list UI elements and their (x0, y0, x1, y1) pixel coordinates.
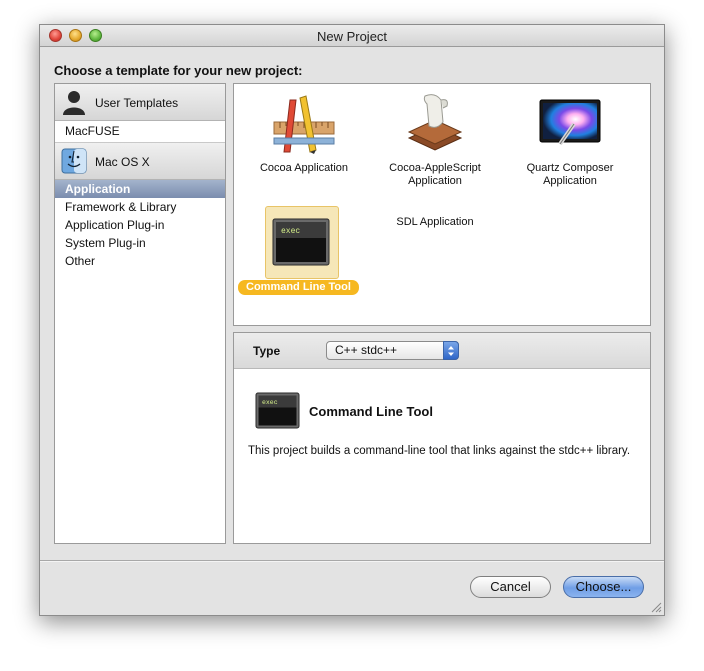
cancel-button[interactable]: Cancel (470, 576, 551, 598)
template-label: Cocoa Application (259, 162, 349, 174)
group-label: User Templates (95, 96, 179, 110)
terminal-exec-icon: exec (272, 218, 330, 266)
template-label: Cocoa-AppleScript Application (389, 162, 481, 187)
type-popup-button[interactable]: C++ stdc++ (326, 341, 459, 360)
template-label: Command Line Tool (238, 280, 359, 295)
template-grid: Cocoa Application Cocoa-AppleScript Appl… (233, 83, 651, 326)
template-sdl-application[interactable]: SDL Application (365, 202, 505, 297)
template-cocoa-applescript-application[interactable]: Cocoa-AppleScript Application (365, 84, 505, 194)
template-detail-pane: Type C++ stdc++ exec Command Line Tool T… (233, 332, 651, 544)
sidebar-item-application-plug-in[interactable]: Application Plug-in (55, 216, 225, 234)
detail-description: This project builds a command-line tool … (248, 445, 631, 457)
template-heading: Choose a template for your new project: (54, 63, 303, 78)
group-label: Mac OS X (95, 155, 150, 169)
sidebar-item-other[interactable]: Other (55, 252, 225, 270)
template-quartz-composer-application[interactable]: Quartz Composer Application (500, 84, 640, 194)
template-label: SDL Application (396, 216, 474, 228)
group-header-user-templates[interactable]: User Templates (55, 84, 225, 121)
template-cocoa-application[interactable]: Cocoa Application (234, 84, 374, 194)
window-title: New Project (316, 29, 388, 44)
type-bar: Type C++ stdc++ (234, 333, 650, 369)
divider (40, 561, 664, 562)
pencil-ruler-icon (273, 95, 335, 154)
template-command-line-tool[interactable]: exec Command Line Tool (234, 202, 374, 297)
exec-text: exec (262, 399, 278, 406)
type-label: Type (253, 344, 281, 358)
new-project-window: New Project Choose a template for your n… (39, 24, 665, 616)
popup-arrows-icon (443, 341, 459, 360)
sidebar-item-application[interactable]: Application (55, 180, 225, 198)
terminal-exec-icon: exec (255, 392, 300, 429)
finder-icon (61, 148, 87, 174)
detail-template-name: Command Line Tool (309, 404, 433, 419)
group-header-mac-os-x[interactable]: Mac OS X (55, 143, 225, 180)
quartz-composer-icon (539, 99, 601, 146)
template-category-list: User Templates MacFUSE Mac OS X Applicat… (54, 83, 226, 544)
template-label: Quartz Composer Application (526, 162, 614, 187)
sidebar-item-macfuse[interactable]: MacFUSE (55, 121, 225, 143)
script-scroll-icon (407, 94, 463, 151)
title-bar[interactable]: New Project (40, 25, 664, 47)
choose-button[interactable]: Choose... (563, 576, 644, 598)
sidebar-item-system-plug-in[interactable]: System Plug-in (55, 234, 225, 252)
sidebar-item-framework-library[interactable]: Framework & Library (55, 198, 225, 216)
type-selected-value: C++ stdc++ (335, 343, 398, 357)
exec-text: exec (281, 227, 300, 236)
user-silhouette-icon (63, 91, 85, 115)
resize-grip-icon[interactable] (650, 601, 662, 613)
